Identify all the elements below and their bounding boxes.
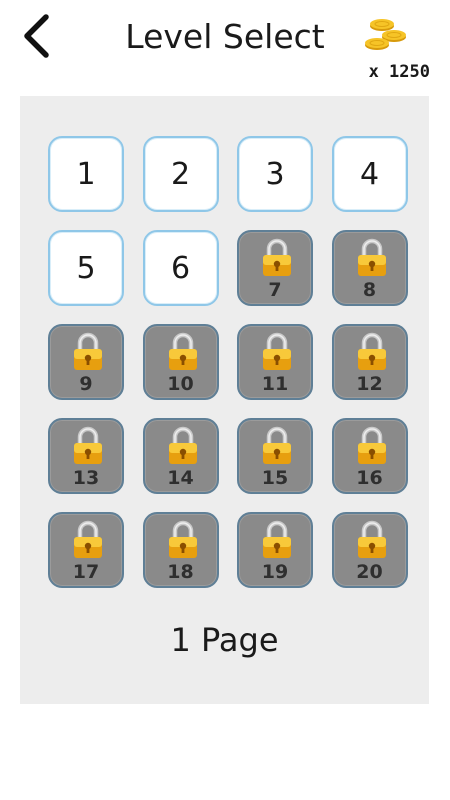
level-number: 13 <box>72 467 100 489</box>
level-button-locked[interactable]: 17 <box>48 512 124 588</box>
level-number: 11 <box>261 373 289 395</box>
level-number: 10 <box>167 373 194 395</box>
lock-icon <box>260 426 294 466</box>
level-button[interactable]: 6 <box>142 230 219 306</box>
page-title: Level Select <box>125 17 325 56</box>
level-button-locked[interactable]: 10 <box>142 324 219 400</box>
level-number: 17 <box>72 561 100 583</box>
level-button-locked[interactable]: 19 <box>237 512 313 588</box>
level-number: 8 <box>362 279 377 301</box>
level-button-locked[interactable]: 7 <box>237 230 313 306</box>
level-panel: 1 2 3 4 5 6 7 8 9 10 11 12 13 14 15 16 17 18 19 20 1 Page <box>20 96 429 704</box>
level-number: 1 <box>76 156 96 192</box>
level-number: 18 <box>167 561 194 583</box>
level-button-locked[interactable]: 13 <box>48 418 124 494</box>
lock-icon <box>166 520 200 560</box>
level-button-locked[interactable]: 16 <box>331 418 408 494</box>
coins-count: x 1250 <box>368 62 430 82</box>
level-button-locked[interactable]: 14 <box>142 418 219 494</box>
level-number: 7 <box>268 279 282 301</box>
level-button[interactable]: 4 <box>331 136 408 212</box>
lock-icon <box>71 426 105 466</box>
level-number: 16 <box>356 467 383 489</box>
lock-icon <box>260 238 294 278</box>
level-button[interactable]: 1 <box>48 136 124 212</box>
level-number: 19 <box>261 561 289 583</box>
level-grid: 1 2 3 4 5 6 7 8 9 10 11 12 13 14 15 16 17 18 19 20 <box>48 136 410 588</box>
level-number: 14 <box>167 467 194 489</box>
lock-icon <box>355 332 389 372</box>
level-number: 2 <box>170 156 191 192</box>
lock-icon <box>71 520 105 560</box>
coin-stack-icon <box>365 19 406 50</box>
level-number: 3 <box>265 156 285 192</box>
lock-icon <box>355 520 389 560</box>
level-button[interactable]: 5 <box>48 230 124 306</box>
lock-icon <box>355 238 389 278</box>
lock-icon <box>166 426 200 466</box>
level-button-locked[interactable]: 8 <box>331 230 408 306</box>
back-button[interactable] <box>14 10 58 62</box>
level-button-locked[interactable]: 18 <box>142 512 219 588</box>
lock-icon <box>260 332 294 372</box>
level-button-locked[interactable]: 20 <box>331 512 408 588</box>
level-button-locked[interactable]: 15 <box>237 418 313 494</box>
lock-icon <box>71 332 105 372</box>
lock-icon <box>260 520 294 560</box>
level-number: 5 <box>76 250 96 286</box>
lock-icon <box>166 332 200 372</box>
level-number: 4 <box>359 156 380 192</box>
level-number: 15 <box>261 467 289 489</box>
level-number: 20 <box>356 561 383 583</box>
header: Level Select x 1250 <box>0 0 450 90</box>
level-button-locked[interactable]: 11 <box>237 324 313 400</box>
level-number: 6 <box>170 250 191 286</box>
level-button-locked[interactable]: 12 <box>331 324 408 400</box>
level-number: 9 <box>79 373 93 395</box>
level-button[interactable]: 2 <box>142 136 219 212</box>
level-button-locked[interactable]: 9 <box>48 324 124 400</box>
page-indicator: 1 Page <box>170 621 279 659</box>
level-button[interactable]: 3 <box>237 136 313 212</box>
lock-icon <box>355 426 389 466</box>
level-number: 12 <box>356 373 383 395</box>
chevron-left-icon <box>24 14 49 58</box>
